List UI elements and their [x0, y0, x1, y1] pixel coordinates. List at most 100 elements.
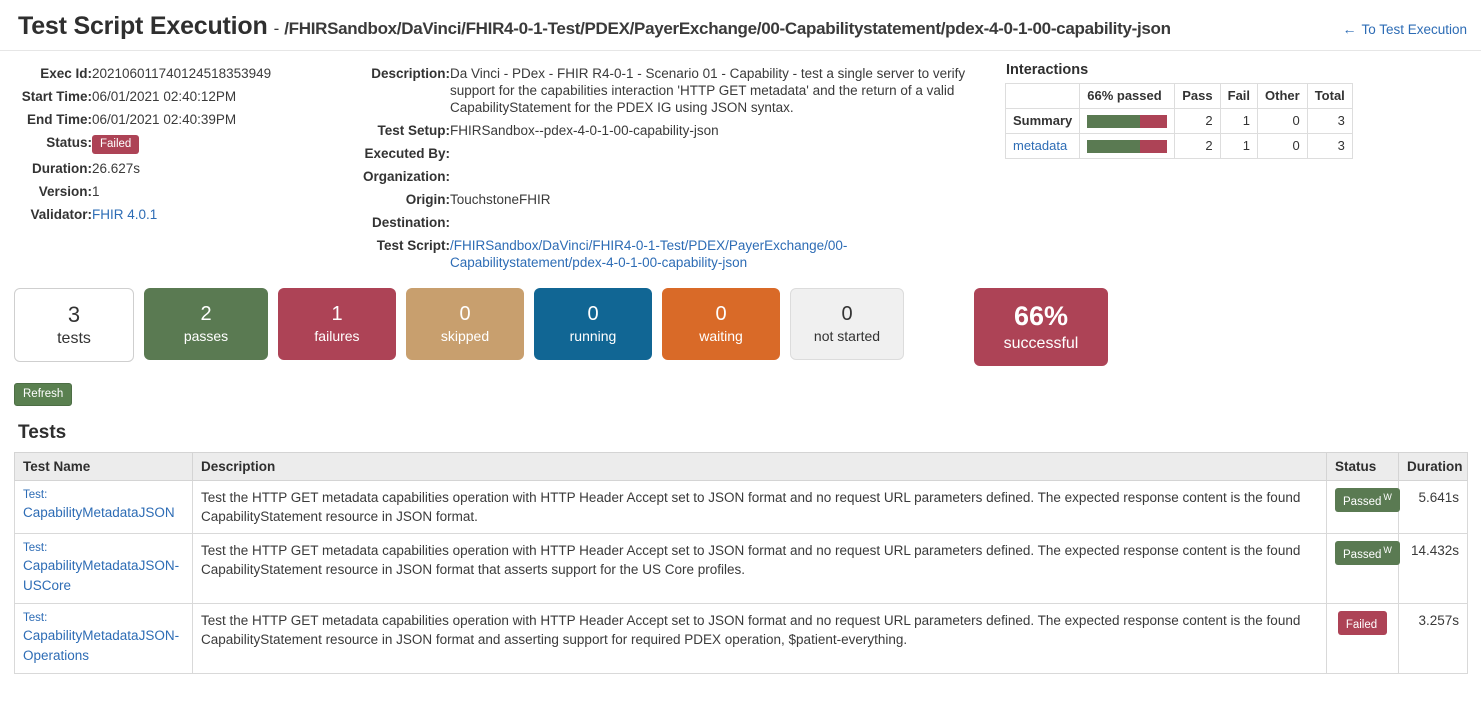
interactions-fail-value: 1	[1219, 133, 1259, 159]
tile-tests-count: 3	[67, 301, 81, 327]
tile-failures[interactable]: 1 failures	[278, 288, 396, 360]
interactions-table: 66% passed Pass Fail Other Total Summary	[1004, 83, 1353, 159]
tests-col-status: Status	[1326, 452, 1399, 481]
execution-meta-table: Description: Da Vinci - PDex - FHIR R4-0…	[340, 62, 990, 274]
interactions-col-other: Other	[1257, 83, 1308, 109]
version-label: Version:	[38, 184, 92, 199]
description-value: Da Vinci - PDex - FHIR R4-0-1 - Scenario…	[450, 66, 966, 115]
interactions-title: Interactions	[1006, 62, 1089, 78]
test-kicker: Test:	[23, 542, 48, 554]
tile-failures-count: 1	[331, 303, 343, 326]
tile-passes-count: 2	[200, 303, 212, 326]
progress-pass-segment	[1087, 114, 1141, 128]
tile-not-started[interactable]: 0 not started	[790, 288, 904, 360]
table-row: Test: CapabilityMetadataJSON-Operations …	[14, 603, 1468, 674]
tile-skipped[interactable]: 0 skipped	[406, 288, 524, 360]
progress-fail-segment	[1140, 114, 1168, 128]
tile-waiting-label: waiting	[699, 327, 743, 344]
start-time-label: Start Time:	[21, 89, 92, 104]
detail-row-exec-id: Exec Id: 202106011740124518353949	[0, 62, 271, 85]
tile-tests[interactable]: 3 tests	[14, 288, 134, 362]
validator-label: Validator:	[30, 207, 92, 222]
progress-pass-segment	[1087, 139, 1141, 153]
test-setup-label: Test Setup:	[377, 123, 450, 138]
execution-details-table: Exec Id: 202106011740124518353949 Start …	[0, 62, 271, 226]
interactions-body: Summary 2 1 0 3 metadata 2 1 0 3	[1004, 108, 1353, 159]
execution-meta-column: Description: Da Vinci - PDex - FHIR R4-0…	[340, 60, 1000, 274]
tile-running[interactable]: 0 running	[534, 288, 652, 360]
meta-row-origin: Origin: TouchstoneFHIR	[340, 188, 990, 211]
status-label: Status:	[46, 135, 92, 150]
tile-successful-percent: 66%	[1013, 300, 1069, 331]
organization-value	[450, 165, 990, 188]
test-script-link[interactable]: /FHIRSandbox/DaVinci/FHIR4-0-1-Test/PDEX…	[450, 238, 847, 270]
detail-row-start-time: Start Time: 06/01/2021 02:40:12PM	[0, 85, 271, 108]
to-test-execution-link[interactable]: ← To Test Execution	[1342, 22, 1467, 39]
tile-skipped-count: 0	[459, 303, 471, 326]
interactions-col-total: Total	[1306, 83, 1353, 109]
meta-row-test-setup: Test Setup: FHIRSandbox--pdex-4-0-1-00-c…	[340, 119, 990, 142]
description-label: Description:	[371, 66, 450, 81]
tile-successful-label: successful	[1003, 334, 1079, 352]
test-status-warning-flag: W	[1383, 492, 1392, 502]
version-value: 1	[92, 184, 100, 199]
summary-tiles: 3 tests 2 passes 1 failures 0 skipped 0 …	[0, 274, 1481, 366]
test-status-badge: Passed W	[1335, 541, 1400, 565]
execution-details-column: Exec Id: 202106011740124518353949 Start …	[0, 60, 340, 226]
validator-link[interactable]: FHIR 4.0.1	[92, 207, 157, 222]
test-script-label: Test Script:	[376, 238, 450, 253]
exec-id-value: 202106011740124518353949	[92, 66, 272, 81]
interactions-col-pass: Pass	[1174, 83, 1221, 109]
test-status-label: Failed	[1345, 618, 1378, 631]
test-status-label: Passed	[1343, 495, 1382, 508]
interactions-pass-value: 2	[1174, 108, 1221, 134]
execution-info-region: Exec Id: 202106011740124518353949 Start …	[0, 51, 1481, 274]
interactions-col-fail: Fail	[1219, 83, 1259, 109]
test-name-link[interactable]: CapabilityMetadataJSON-Operations	[23, 626, 184, 666]
test-duration: 14.432s	[1398, 533, 1468, 604]
tile-skipped-label: skipped	[440, 327, 490, 344]
interactions-total-value: 3	[1306, 108, 1353, 134]
interactions-row: metadata 2 1 0 3	[1004, 133, 1353, 159]
exec-id-label: Exec Id:	[40, 66, 92, 81]
refresh-button[interactable]: Refresh	[14, 383, 73, 406]
tile-waiting-count: 0	[715, 303, 727, 326]
start-time-value: 06/01/2021 02:40:12PM	[92, 89, 237, 104]
tests-col-duration: Duration	[1398, 452, 1468, 481]
progress-fail-segment	[1140, 139, 1168, 153]
organization-label: Organization:	[363, 169, 450, 184]
left-arrow-icon: ←	[1342, 21, 1357, 37]
test-script-path: /FHIRSandbox/DaVinci/FHIR4-0-1-Test/PDEX…	[284, 19, 1171, 38]
to-test-execution-label: To Test Execution	[1361, 21, 1467, 37]
test-status-label: Passed	[1343, 548, 1382, 561]
refresh-row: Refresh	[0, 366, 1481, 406]
test-name-link[interactable]: CapabilityMetadataJSON-USCore	[23, 556, 184, 596]
table-row: Test: CapabilityMetadataJSON-USCore Test…	[14, 533, 1468, 604]
meta-row-organization: Organization:	[340, 165, 990, 188]
tile-waiting[interactable]: 0 waiting	[662, 288, 780, 360]
interactions-row: Summary 2 1 0 3	[1004, 108, 1353, 134]
test-duration: 3.257s	[1398, 603, 1468, 674]
test-status-badge: Failed	[1337, 611, 1388, 635]
interactions-metadata-link[interactable]: metadata	[1013, 138, 1067, 153]
meta-row-test-script: Test Script: /FHIRSandbox/DaVinci/FHIR4-…	[340, 234, 990, 274]
test-kicker: Test:	[23, 489, 48, 501]
tile-not-started-count: 0	[841, 303, 853, 326]
interactions-other-value: 0	[1257, 108, 1308, 134]
test-name-link[interactable]: CapabilityMetadataJSON	[23, 503, 184, 523]
title-separator: -	[273, 19, 280, 38]
page-header: Test Script Execution - /FHIRSandbox/DaV…	[0, 0, 1481, 51]
destination-value	[450, 211, 990, 234]
tests-body: Test: CapabilityMetadataJSON Test the HT…	[14, 480, 1468, 674]
interactions-other-value: 0	[1257, 133, 1308, 159]
tile-passes[interactable]: 2 passes	[144, 288, 268, 360]
tile-not-started-label: not started	[813, 327, 881, 344]
tests-header-row: Test Name Description Status Duration	[14, 452, 1468, 481]
test-description: Test the HTTP GET metadata capabilities …	[192, 533, 1327, 604]
tests-col-description: Description	[192, 452, 1327, 481]
meta-row-description: Description: Da Vinci - PDex - FHIR R4-0…	[340, 62, 990, 119]
interactions-column: Interactions 66% passed Pass Fail Other …	[1000, 60, 1481, 159]
detail-row-duration: Duration: 26.627s	[0, 157, 271, 180]
duration-label: Duration:	[32, 161, 92, 176]
meta-row-executed-by: Executed By:	[340, 142, 990, 165]
